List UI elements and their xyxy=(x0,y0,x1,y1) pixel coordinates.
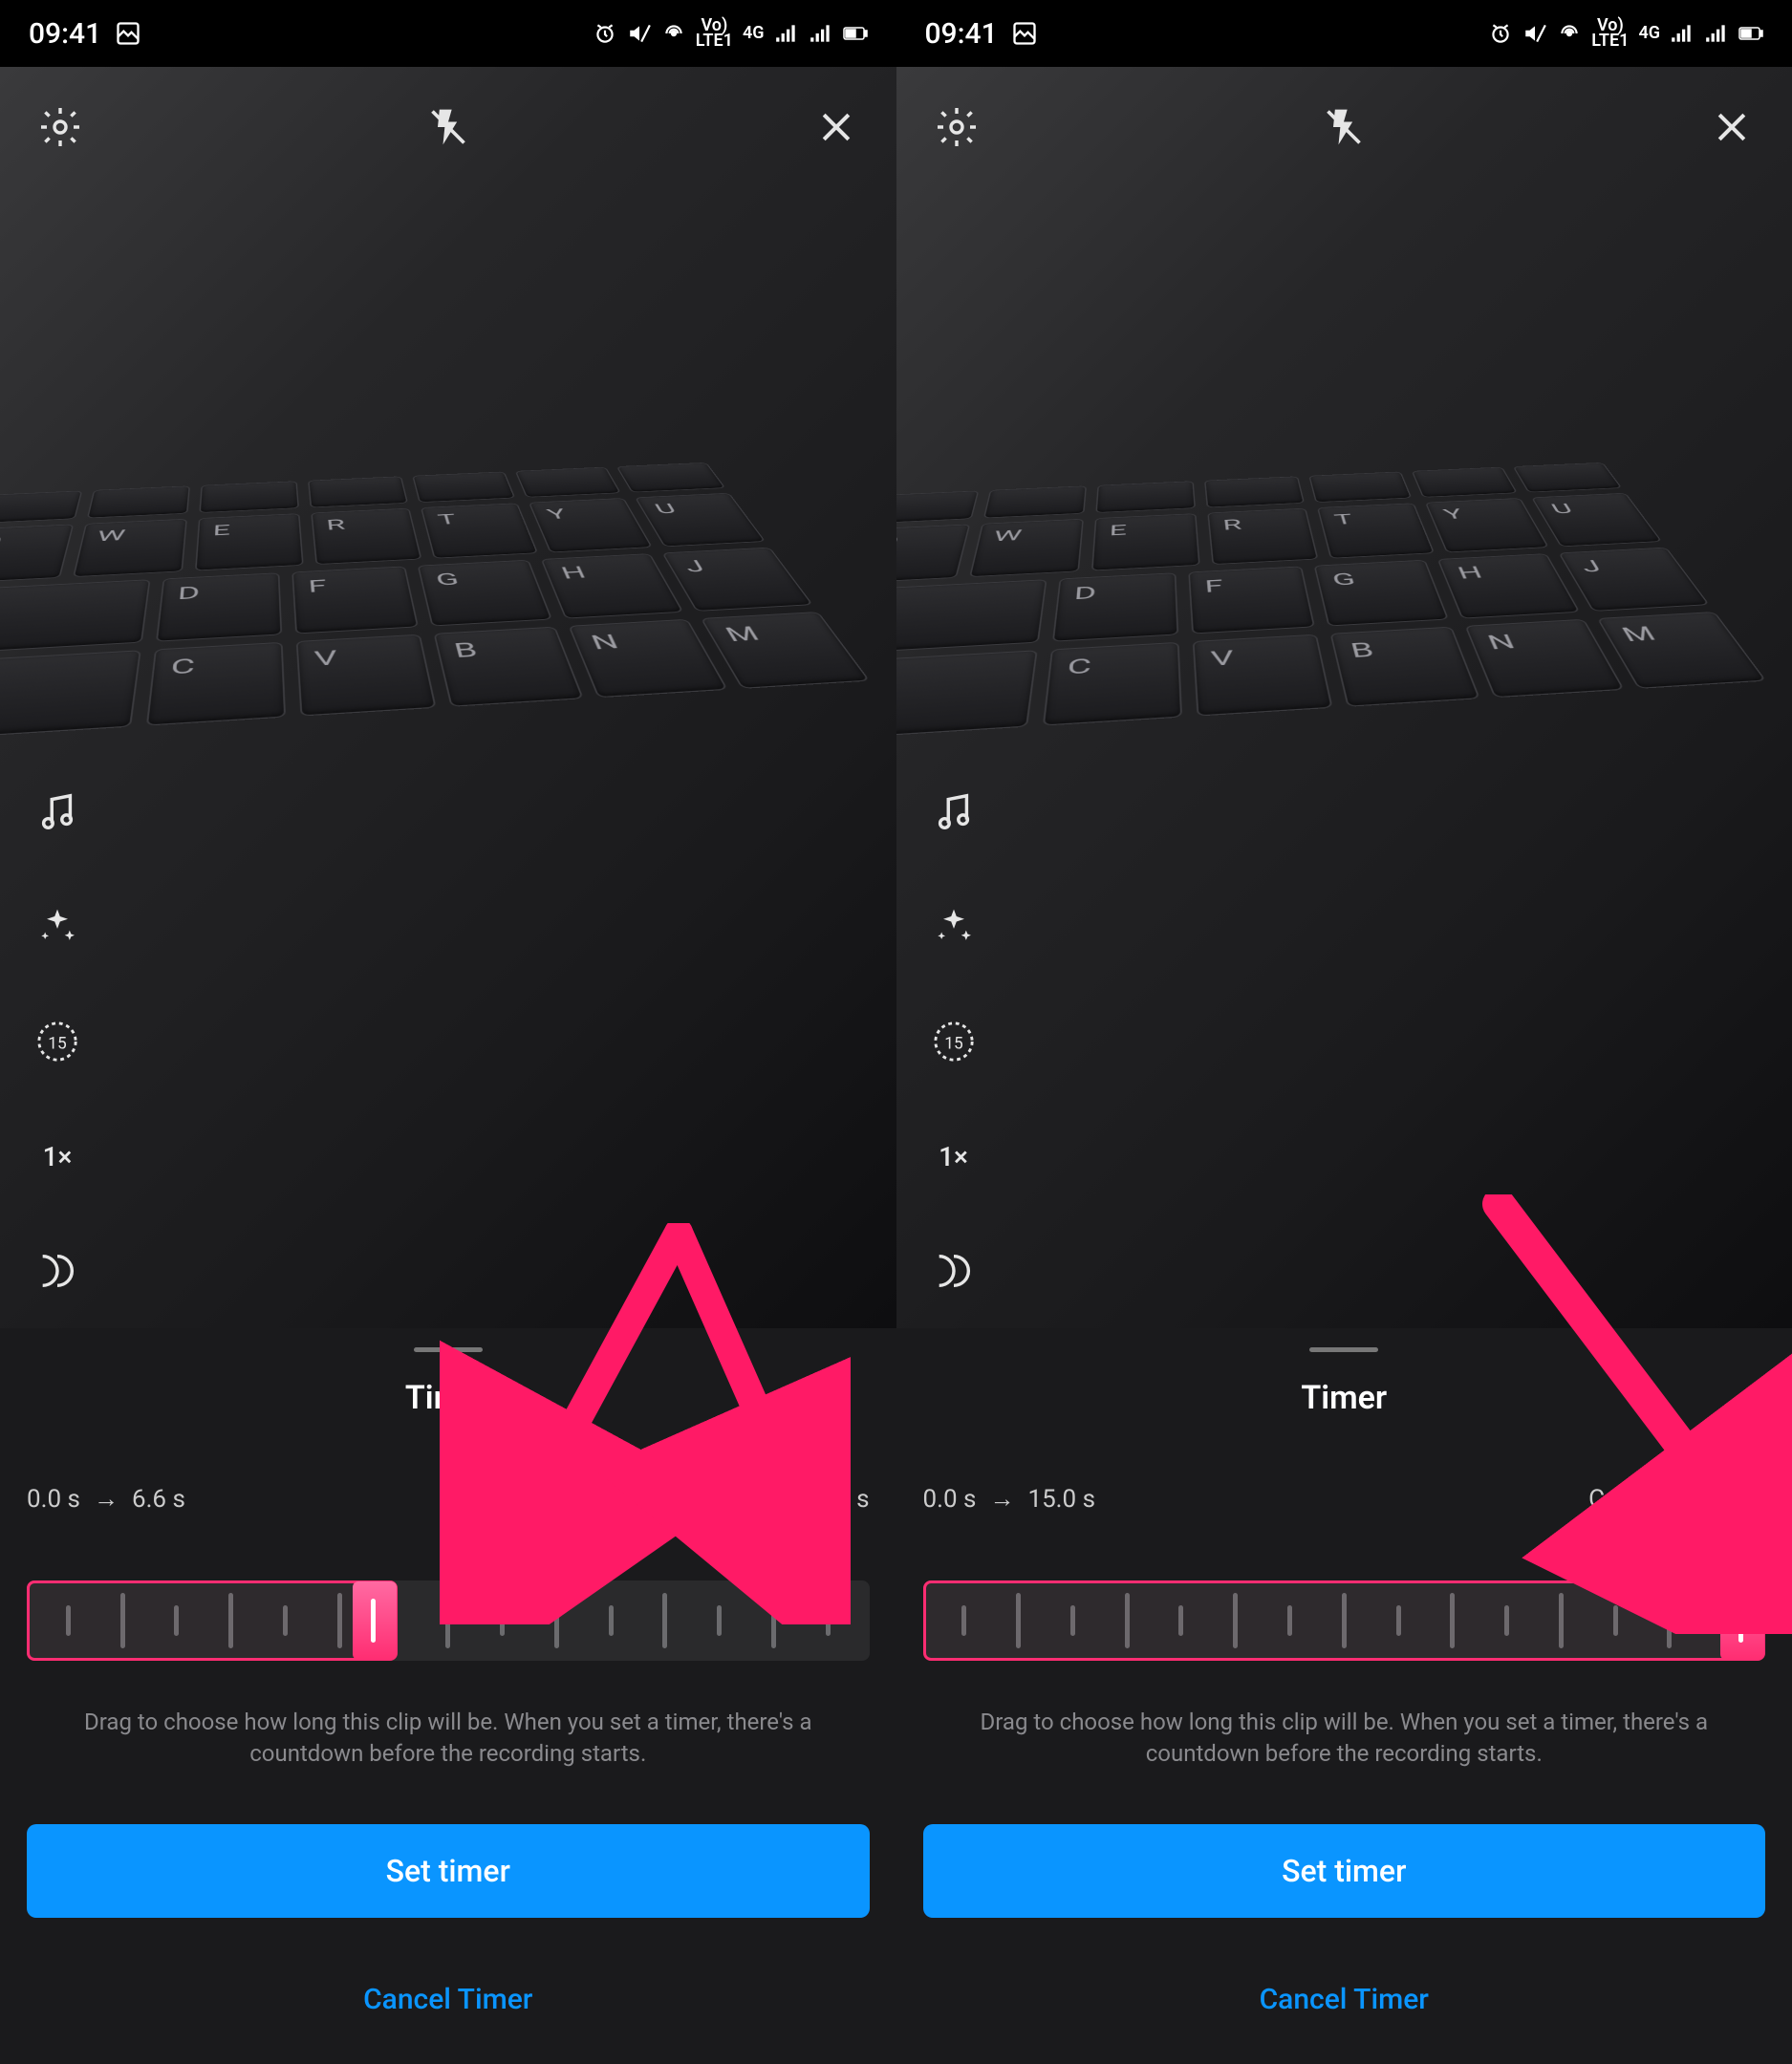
signal-icon-2 xyxy=(1704,21,1729,46)
keyboard-background: QWERTYU DFGHJ CVBNM xyxy=(0,462,896,1328)
flash-button[interactable] xyxy=(417,96,480,159)
countdown-value: 3 s xyxy=(1733,1485,1765,1514)
length-button[interactable]: 15 xyxy=(925,1013,982,1070)
panel-title: Timer xyxy=(923,1379,1766,1417)
slider-fill xyxy=(27,1580,398,1661)
hotspot-icon xyxy=(661,21,686,46)
countdown-label: Countdown xyxy=(693,1485,819,1514)
close-icon xyxy=(815,106,857,148)
timer-end: 15.0 s xyxy=(1027,1485,1095,1514)
set-timer-button[interactable]: Set timer xyxy=(27,1824,870,1918)
signal-icon xyxy=(1670,21,1695,46)
set-timer-button[interactable]: Set timer xyxy=(923,1824,1766,1918)
cancel-timer-button[interactable]: Cancel Timer xyxy=(923,1973,1766,2026)
zoom-button[interactable]: 1× xyxy=(29,1128,86,1185)
sparkle-icon xyxy=(36,906,78,948)
music-button[interactable] xyxy=(925,784,982,841)
gallery-icon xyxy=(1011,20,1038,47)
screenshot-right: 09:41 Vo)LTE1 4G QWERTYU DFGHJ CVBNM xyxy=(896,0,1792,2064)
zoom-button[interactable]: 1× xyxy=(925,1128,982,1185)
effects-button[interactable] xyxy=(29,898,86,956)
zoom-label: 1× xyxy=(43,1141,73,1172)
battery-icon xyxy=(1738,21,1763,46)
network-label: Vo)LTE1 xyxy=(696,18,733,49)
signal-icon-2 xyxy=(809,21,833,46)
helper-text: Drag to choose how long this clip will b… xyxy=(923,1707,1766,1771)
speed-button[interactable] xyxy=(29,1242,86,1300)
gear-icon xyxy=(934,104,980,150)
close-icon xyxy=(1711,106,1753,148)
speed-button[interactable] xyxy=(925,1242,982,1300)
battery-icon xyxy=(843,21,868,46)
countdown-value: 3 s xyxy=(836,1485,869,1514)
flash-button[interactable] xyxy=(1312,96,1375,159)
music-icon xyxy=(932,790,976,834)
signal-icon xyxy=(774,21,799,46)
alarm-icon xyxy=(593,21,617,46)
sparkle-icon xyxy=(933,906,975,948)
settings-button[interactable] xyxy=(29,96,92,159)
timer-end: 6.6 s xyxy=(132,1485,185,1514)
network-4g: 4G xyxy=(1638,26,1660,41)
svg-text:15: 15 xyxy=(944,1035,963,1054)
slider-fill xyxy=(923,1580,1766,1661)
close-button[interactable] xyxy=(1700,96,1763,159)
screenshot-left: 09:41 Vo)LTE1 4G QWERTYU DFGHJ CVBNM xyxy=(0,0,896,2064)
timer-panel: Timer 0.0 s → 15.0 s Countdown 3 s xyxy=(896,1328,1792,2064)
status-bar: 09:41 Vo)LTE1 4G xyxy=(896,0,1792,67)
timer-start: 0.0 s xyxy=(923,1485,977,1514)
timer-panel: Timer 0.0 s → 6.6 s Countdown 3 s xyxy=(0,1328,896,2064)
zoom-label: 1× xyxy=(939,1141,968,1172)
gallery-icon xyxy=(115,20,141,47)
camera-viewfinder: QWERTYU DFGHJ CVBNM 15 xyxy=(0,67,896,1328)
timer-15-icon: 15 xyxy=(35,1020,79,1064)
arrow-icon: → xyxy=(989,1484,1014,1514)
network-4g: 4G xyxy=(743,26,765,41)
close-button[interactable] xyxy=(805,96,868,159)
alarm-icon xyxy=(1488,21,1513,46)
countdown-label: Countdown xyxy=(1588,1485,1715,1514)
duration-slider[interactable] xyxy=(923,1580,1766,1661)
speed-icon xyxy=(932,1249,976,1293)
gear-icon xyxy=(37,104,83,150)
panel-drag-handle[interactable] xyxy=(414,1347,483,1352)
mute-icon xyxy=(1522,21,1547,46)
camera-viewfinder: QWERTYU DFGHJ CVBNM 15 xyxy=(896,67,1792,1328)
svg-text:15: 15 xyxy=(48,1035,67,1054)
keyboard-background: QWERTYU DFGHJ CVBNM xyxy=(896,462,1792,1328)
panel-title: Timer xyxy=(27,1379,870,1417)
music-icon xyxy=(35,790,79,834)
slider-handle[interactable] xyxy=(1738,1599,1743,1643)
status-time: 09:41 xyxy=(925,17,998,51)
length-button[interactable]: 15 xyxy=(29,1013,86,1070)
timer-15-icon: 15 xyxy=(932,1020,976,1064)
arrow-icon: → xyxy=(94,1484,119,1514)
network-label: Vo)LTE1 xyxy=(1591,18,1629,49)
status-right-icons: Vo)LTE1 4G xyxy=(593,18,868,49)
helper-text: Drag to choose how long this clip will b… xyxy=(27,1707,870,1771)
settings-button[interactable] xyxy=(925,96,988,159)
flash-off-icon xyxy=(427,106,469,148)
status-time: 09:41 xyxy=(29,17,101,51)
duration-slider[interactable] xyxy=(27,1580,870,1661)
cancel-timer-button[interactable]: Cancel Timer xyxy=(27,1973,870,2026)
hotspot-icon xyxy=(1557,21,1582,46)
status-right-icons: Vo)LTE1 4G xyxy=(1488,18,1763,49)
effects-button[interactable] xyxy=(925,898,982,956)
timer-start: 0.0 s xyxy=(27,1485,80,1514)
panel-drag-handle[interactable] xyxy=(1309,1347,1378,1352)
mute-icon xyxy=(627,21,652,46)
music-button[interactable] xyxy=(29,784,86,841)
flash-off-icon xyxy=(1323,106,1365,148)
slider-handle[interactable] xyxy=(371,1599,376,1643)
status-bar: 09:41 Vo)LTE1 4G xyxy=(0,0,896,67)
speed-icon xyxy=(35,1249,79,1293)
